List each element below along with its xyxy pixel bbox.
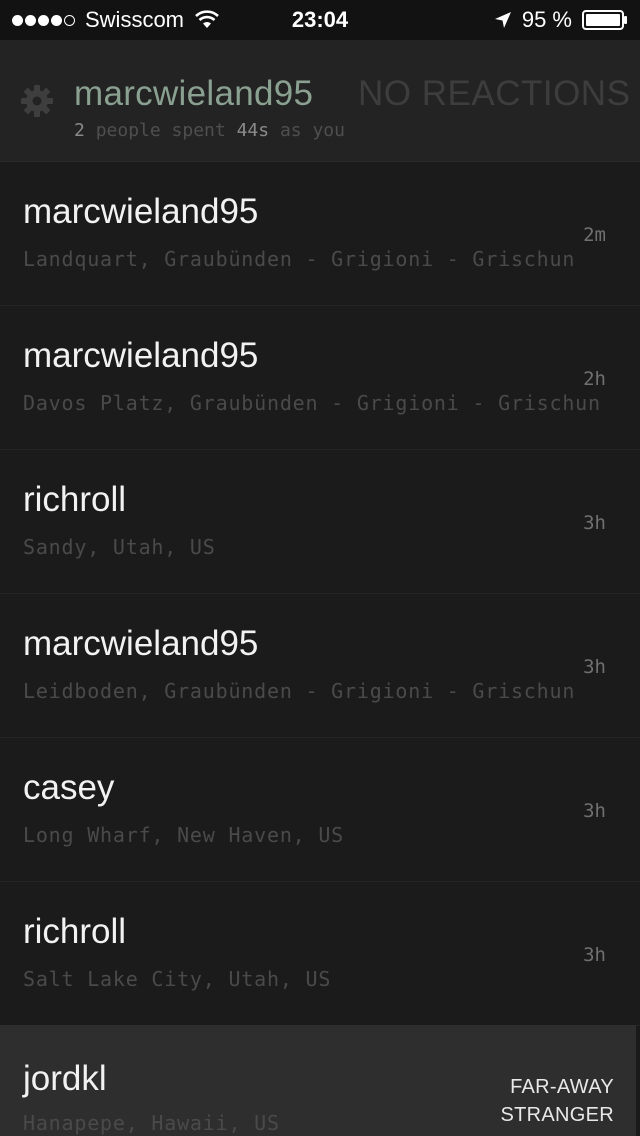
list-item-username: jordkl — [23, 1059, 107, 1098]
gear-icon[interactable] — [20, 84, 54, 118]
duration-value: 44s — [236, 120, 270, 141]
list-item-time: 3h — [583, 800, 606, 822]
profile-header: marcwieland95 NO REACTIONS 2 people spen… — [0, 40, 640, 162]
list-item-location: Davos Platz, Graubünden - Grigioni - Gri… — [23, 391, 601, 415]
list-item-time: 3h — [583, 512, 606, 534]
list-item-username: marcwieland95 — [23, 624, 259, 663]
tag-line-2: STRANGER — [500, 1104, 614, 1126]
reactions-status: NO REACTIONS — [358, 74, 631, 113]
summary-text-1: people spent — [95, 120, 226, 141]
list-item[interactable]: marcwieland95 Leidboden, Graubünden - Gr… — [0, 594, 640, 738]
list-item-username: marcwieland95 — [23, 192, 259, 231]
list-item-username: casey — [23, 768, 115, 807]
battery-percent: 95 % — [521, 7, 572, 32]
list-item-username: richroll — [23, 912, 127, 951]
list-item-time: 2m — [583, 224, 606, 246]
list-item-time: 2h — [583, 368, 606, 390]
time-spent-summary: 2 people spent 44s as you — [74, 120, 345, 141]
list-item[interactable]: richroll Salt Lake City, Utah, US 3h — [0, 882, 640, 1026]
viewer-list: marcwieland95 Landquart, Graubünden - Gr… — [0, 162, 640, 1026]
list-item-time: 3h — [583, 944, 606, 966]
status-right: 95 % — [494, 7, 628, 33]
list-item-location: Sandy, Utah, US — [23, 535, 216, 559]
list-item[interactable]: casey Long Wharf, New Haven, US 3h — [0, 738, 640, 882]
list-item[interactable]: richroll Sandy, Utah, US 3h — [0, 450, 640, 594]
summary-text-2: as you — [279, 120, 345, 141]
far-away-stranger-tag: FAR-AWAY STRANGER — [500, 1073, 614, 1129]
list-item-location: Salt Lake City, Utah, US — [23, 967, 332, 991]
list-item-username: marcwieland95 — [23, 336, 259, 375]
list-item-location: Hanapepe, Hawaii, US — [23, 1111, 280, 1135]
status-bar: Swisscom 23:04 95 % — [0, 0, 640, 40]
list-item-username: richroll — [23, 480, 127, 519]
list-item-time: 3h — [583, 656, 606, 678]
battery-icon — [582, 10, 627, 30]
list-item[interactable]: marcwieland95 Landquart, Graubünden - Gr… — [0, 162, 640, 306]
list-item-location: Long Wharf, New Haven, US — [23, 823, 345, 847]
location-arrow-icon — [494, 12, 511, 28]
header-username[interactable]: marcwieland95 — [74, 74, 313, 114]
people-count: 2 — [74, 120, 85, 141]
list-item-location: Leidboden, Graubünden - Grigioni - Grisc… — [23, 679, 576, 703]
list-item-location: Landquart, Graubünden - Grigioni - Grisc… — [23, 247, 576, 271]
app-screen: Swisscom 23:04 95 % marcwieland95 NO REA… — [0, 0, 640, 1136]
list-item[interactable]: marcwieland95 Davos Platz, Graubünden - … — [0, 306, 640, 450]
tag-line-1: FAR-AWAY — [510, 1076, 614, 1098]
stranger-list-item[interactable]: jordkl Hanapepe, Hawaii, US FAR-AWAY STR… — [0, 1025, 636, 1136]
